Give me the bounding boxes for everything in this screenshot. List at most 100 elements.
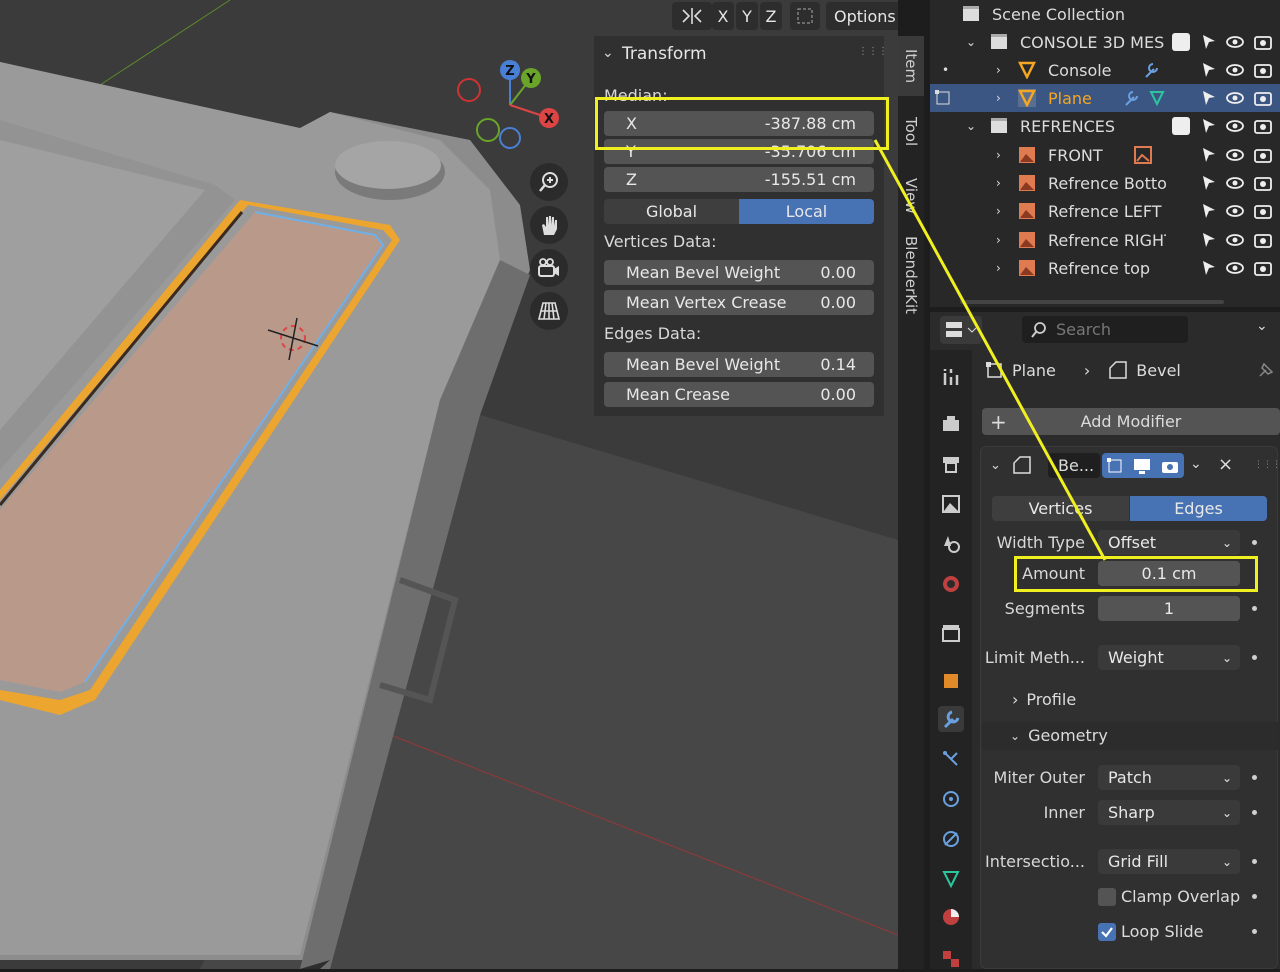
selectable-arrow-icon[interactable] xyxy=(1200,146,1218,164)
render-camera-icon[interactable] xyxy=(1254,146,1272,164)
chevron-down-icon[interactable]: ⌄ xyxy=(1190,456,1202,472)
expand-chevron-icon[interactable]: › xyxy=(996,148,1001,162)
miter-outer-dropdown[interactable]: Patch ⌄ xyxy=(1098,765,1240,790)
selectable-arrow-icon[interactable] xyxy=(1200,33,1218,51)
tool-icon[interactable] xyxy=(938,364,964,390)
edge-crease-field[interactable]: Mean Crease 0.00 xyxy=(604,382,874,407)
render-camera-icon[interactable] xyxy=(1254,259,1272,277)
tab-tool[interactable]: Tool xyxy=(898,102,924,162)
expand-chevron-icon[interactable]: › xyxy=(996,63,1001,77)
keyframe-dot[interactable] xyxy=(1252,859,1257,864)
pan-hand-icon[interactable] xyxy=(530,206,568,244)
pin-icon[interactable] xyxy=(1256,360,1276,384)
clamp-overlap-checkbox[interactable] xyxy=(1098,888,1116,906)
selectable-arrow-icon[interactable] xyxy=(1200,174,1218,192)
topology-icon[interactable] xyxy=(790,2,820,30)
expand-chevron-icon[interactable]: › xyxy=(996,91,1001,105)
keyframe-dot[interactable] xyxy=(1252,929,1257,934)
camera-view-icon[interactable] xyxy=(530,249,568,287)
render-icon[interactable] xyxy=(938,411,964,437)
visibility-eye-icon[interactable] xyxy=(1226,174,1244,192)
edge-bevel-weight-field[interactable]: Mean Bevel Weight 0.14 xyxy=(604,352,874,377)
collapse-chevron-icon[interactable]: ⌄ xyxy=(990,458,1001,473)
visibility-eye-icon[interactable] xyxy=(1226,146,1244,164)
tab-edges[interactable]: Edges xyxy=(1130,496,1267,521)
selectable-arrow-icon[interactable] xyxy=(1200,61,1218,79)
exclude-checkbox[interactable] xyxy=(1172,33,1190,51)
vertex-bevel-weight-field[interactable]: Mean Bevel Weight 0.00 xyxy=(604,260,874,285)
outliner-scene-collection[interactable]: Scene Collection xyxy=(930,0,1280,28)
zoom-icon[interactable] xyxy=(530,163,568,201)
selectable-arrow-icon[interactable] xyxy=(1200,231,1218,249)
keyframe-dot[interactable] xyxy=(1252,894,1257,899)
render-camera-icon[interactable] xyxy=(1254,33,1272,51)
drag-handle-icon[interactable]: ⋮⋮⋮ xyxy=(1254,460,1280,470)
profile-subpanel-header[interactable]: › Profile xyxy=(1012,690,1076,709)
tab-item[interactable]: Item xyxy=(898,36,924,96)
visibility-eye-icon[interactable] xyxy=(1226,89,1244,107)
mirror-x-button[interactable]: X xyxy=(712,2,734,30)
keyframe-dot[interactable] xyxy=(1252,810,1257,815)
modifier-name-field[interactable]: Be... xyxy=(1048,453,1100,478)
symmetry-icon[interactable] xyxy=(672,2,712,30)
visibility-eye-icon[interactable] xyxy=(1226,117,1244,135)
texture-icon[interactable] xyxy=(938,946,964,972)
particles-icon[interactable] xyxy=(938,746,964,772)
render-camera-toggle-icon[interactable] xyxy=(1160,457,1180,475)
search-input[interactable]: Search xyxy=(1022,316,1188,343)
edit-mode-toggle-icon[interactable] xyxy=(1106,457,1124,475)
width-type-dropdown[interactable]: Offset ⌄ xyxy=(1098,530,1240,555)
physics-icon[interactable] xyxy=(938,786,964,812)
keyframe-dot[interactable] xyxy=(1252,655,1257,660)
close-icon[interactable]: × xyxy=(1218,454,1233,475)
render-camera-icon[interactable] xyxy=(1254,89,1272,107)
tab-vertices[interactable]: Vertices xyxy=(992,496,1129,521)
viewport-toggle-icon[interactable] xyxy=(1132,457,1152,475)
expand-chevron-icon[interactable]: ⌄ xyxy=(966,35,976,49)
options-dropdown[interactable]: Options ⌄ xyxy=(826,2,898,30)
selectable-arrow-icon[interactable] xyxy=(1200,89,1218,107)
outliner-scrollbar[interactable] xyxy=(960,300,1224,304)
keyframe-dot[interactable] xyxy=(1252,606,1257,611)
expand-chevron-icon[interactable]: › xyxy=(996,176,1001,190)
material-icon[interactable] xyxy=(938,904,964,930)
render-camera-icon[interactable] xyxy=(1254,174,1272,192)
mirror-y-button[interactable]: Y xyxy=(736,2,758,30)
keyframe-dot[interactable] xyxy=(1252,775,1257,780)
limit-method-dropdown[interactable]: Weight ⌄ xyxy=(1098,645,1240,670)
editor-type-button[interactable] xyxy=(940,316,982,344)
global-toggle[interactable]: Global xyxy=(604,199,739,224)
visibility-eye-icon[interactable] xyxy=(1226,33,1244,51)
visibility-eye-icon[interactable] xyxy=(1226,259,1244,277)
perspective-grid-icon[interactable] xyxy=(530,292,568,330)
inner-dropdown[interactable]: Sharp ⌄ xyxy=(1098,800,1240,825)
expand-chevron-icon[interactable]: ⌄ xyxy=(966,119,976,133)
visibility-eye-icon[interactable] xyxy=(1226,61,1244,79)
object-icon[interactable] xyxy=(938,668,964,694)
world-icon[interactable] xyxy=(938,571,964,597)
render-camera-icon[interactable] xyxy=(1254,202,1272,220)
render-camera-icon[interactable] xyxy=(1254,117,1272,135)
data-icon[interactable] xyxy=(938,866,964,892)
segments-field[interactable]: 1 xyxy=(1098,596,1240,621)
modifier-wrench-icon[interactable] xyxy=(938,706,964,732)
mirror-z-button[interactable]: Z xyxy=(760,2,782,30)
collection-props-icon[interactable] xyxy=(938,620,964,646)
scene-icon[interactable] xyxy=(938,531,964,557)
expand-chevron-icon[interactable]: › xyxy=(996,261,1001,275)
geometry-subpanel-header[interactable]: ⌄ Geometry xyxy=(1010,726,1108,745)
chevron-down-icon[interactable]: ⌄ xyxy=(1256,318,1268,334)
collapse-chevron-icon[interactable]: ⌄ xyxy=(602,45,614,61)
vertex-crease-field[interactable]: Mean Vertex Crease 0.00 xyxy=(604,290,874,315)
median-z-field[interactable]: Z -155.51 cm xyxy=(604,167,874,192)
exclude-checkbox[interactable] xyxy=(1172,117,1190,135)
tab-view[interactable]: View xyxy=(898,168,924,224)
view-layer-icon[interactable] xyxy=(938,491,964,517)
expand-chevron-icon[interactable]: › xyxy=(996,204,1001,218)
constraints-icon[interactable] xyxy=(938,826,964,852)
visibility-eye-icon[interactable] xyxy=(1226,202,1244,220)
local-toggle[interactable]: Local xyxy=(739,199,874,224)
render-camera-icon[interactable] xyxy=(1254,231,1272,249)
output-icon[interactable] xyxy=(938,451,964,477)
navigation-gizmo[interactable]: Z Y X xyxy=(455,58,565,158)
